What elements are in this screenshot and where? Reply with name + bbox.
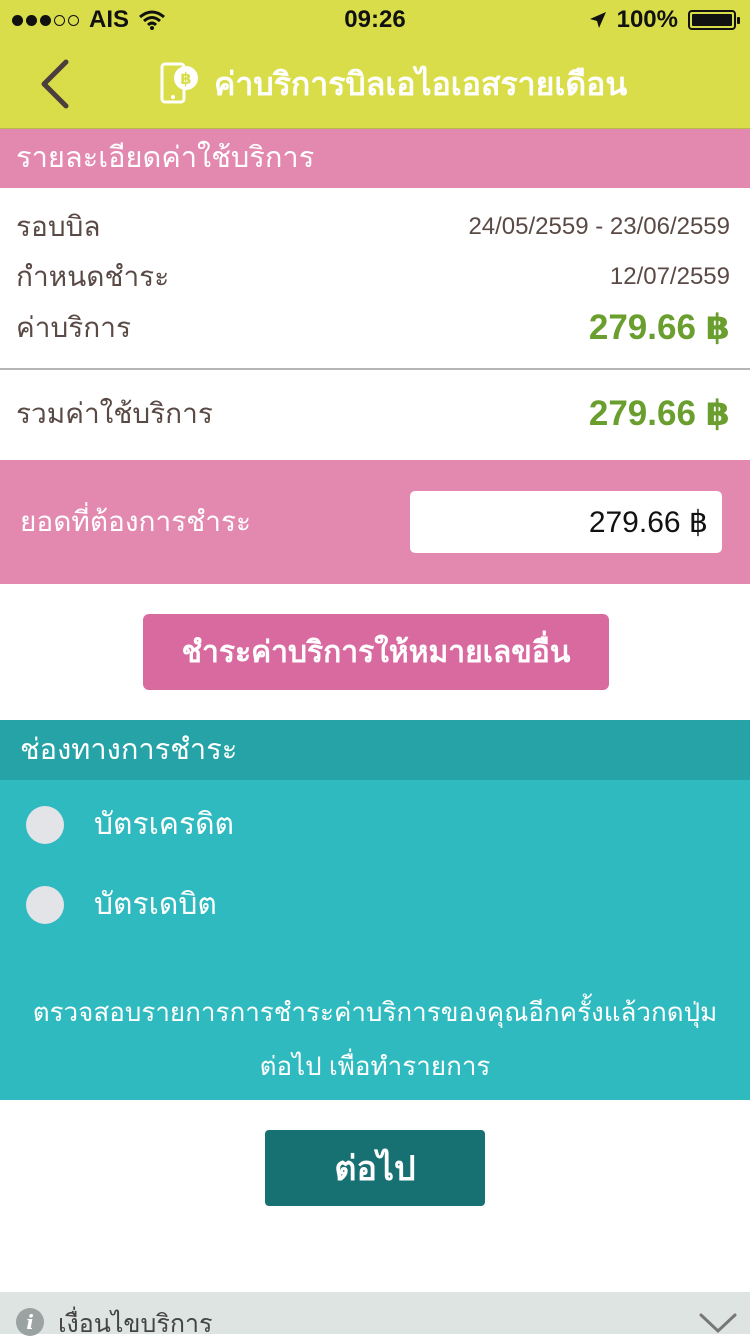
bill-cycle-value: 24/05/2559 - 23/06/2559 bbox=[468, 213, 730, 240]
debit-card-option[interactable]: บัตรเดบิต bbox=[26, 881, 217, 928]
due-date-label: กำหนดชำระ bbox=[16, 261, 170, 292]
payment-amount-field[interactable]: 279.66 ฿ bbox=[410, 491, 722, 553]
instruction-line-1: ตรวจสอบรายการการชำระค่าบริการของคุณอีกคร… bbox=[32, 997, 718, 1027]
divider bbox=[0, 368, 750, 370]
instruction-note: ตรวจสอบรายการการชำระค่าบริการของคุณอีกคร… bbox=[20, 985, 730, 1093]
payment-amount-label: ยอดที่ต้องการชำระ bbox=[20, 506, 252, 537]
service-charge-label: ค่าบริการ bbox=[16, 312, 131, 343]
service-charge-amount: 279.66 ฿ bbox=[588, 308, 730, 347]
debit-card-radio[interactable] bbox=[26, 885, 64, 924]
info-icon: i bbox=[16, 1308, 44, 1336]
credit-card-radio[interactable] bbox=[26, 805, 64, 844]
payment-amount-section: ยอดที่ต้องการชำระ 279.66 ฿ bbox=[0, 460, 750, 584]
svg-text:฿: ฿ bbox=[180, 69, 191, 88]
page-title: ค่าบริการบิลเอไอเอสรายเดือน bbox=[214, 65, 628, 102]
next-button[interactable]: ต่อไป bbox=[265, 1130, 485, 1206]
debit-card-label: บัตรเดบิต bbox=[94, 888, 217, 921]
nav-bar: ฿ ค่าบริการบิลเอไอเอสรายเดือน bbox=[0, 40, 750, 129]
terms-label: เงื่อนไขบริการ bbox=[58, 1310, 213, 1338]
status-bar: AIS 09:26 100% bbox=[0, 0, 750, 40]
bill-cycle-row: รอบบิล 24/05/2559 - 23/06/2559 bbox=[16, 205, 730, 249]
total-amount: 279.66 ฿ bbox=[588, 394, 730, 433]
payment-channel-header: ช่องทางการชำระ bbox=[0, 720, 750, 780]
payment-channel-section: บัตรเครดิต บัตรเดบิต ตรวจสอบรายการการชำร… bbox=[0, 780, 750, 1100]
battery-icon bbox=[688, 10, 740, 30]
terms-bar[interactable]: i เงื่อนไขบริการ bbox=[0, 1292, 750, 1338]
location-arrow-icon bbox=[589, 12, 606, 28]
pay-other-number-button[interactable]: ชำระค่าบริการให้หมายเลขอื่น bbox=[143, 614, 609, 690]
total-row: รวมค่าใช้บริการ 279.66 ฿ bbox=[16, 388, 730, 440]
back-chevron-icon[interactable] bbox=[32, 58, 82, 110]
due-date-value: 12/07/2559 bbox=[609, 263, 730, 290]
total-label: รวมค่าใช้บริการ bbox=[16, 398, 213, 429]
chevron-down-icon[interactable] bbox=[698, 1312, 738, 1334]
service-charge-row: ค่าบริการ 279.66 ฿ bbox=[16, 304, 730, 352]
credit-card-label: บัตรเครดิต bbox=[94, 808, 235, 841]
instruction-line-2: ต่อไป เพื่อทำรายการ bbox=[259, 1051, 491, 1081]
mobile-bill-icon: ฿ bbox=[160, 62, 198, 104]
due-date-row: กำหนดชำระ 12/07/2559 bbox=[16, 255, 730, 299]
page-title-group: ฿ ค่าบริการบิลเอไอเอสรายเดือน bbox=[160, 40, 750, 128]
details-section-header: รายละเอียดค่าใช้บริการ bbox=[0, 129, 750, 188]
battery-percent: 100% bbox=[616, 6, 678, 33]
credit-card-option[interactable]: บัตรเครดิต bbox=[26, 801, 234, 848]
status-right: 100% bbox=[589, 6, 740, 34]
bill-cycle-label: รอบบิล bbox=[16, 211, 101, 242]
